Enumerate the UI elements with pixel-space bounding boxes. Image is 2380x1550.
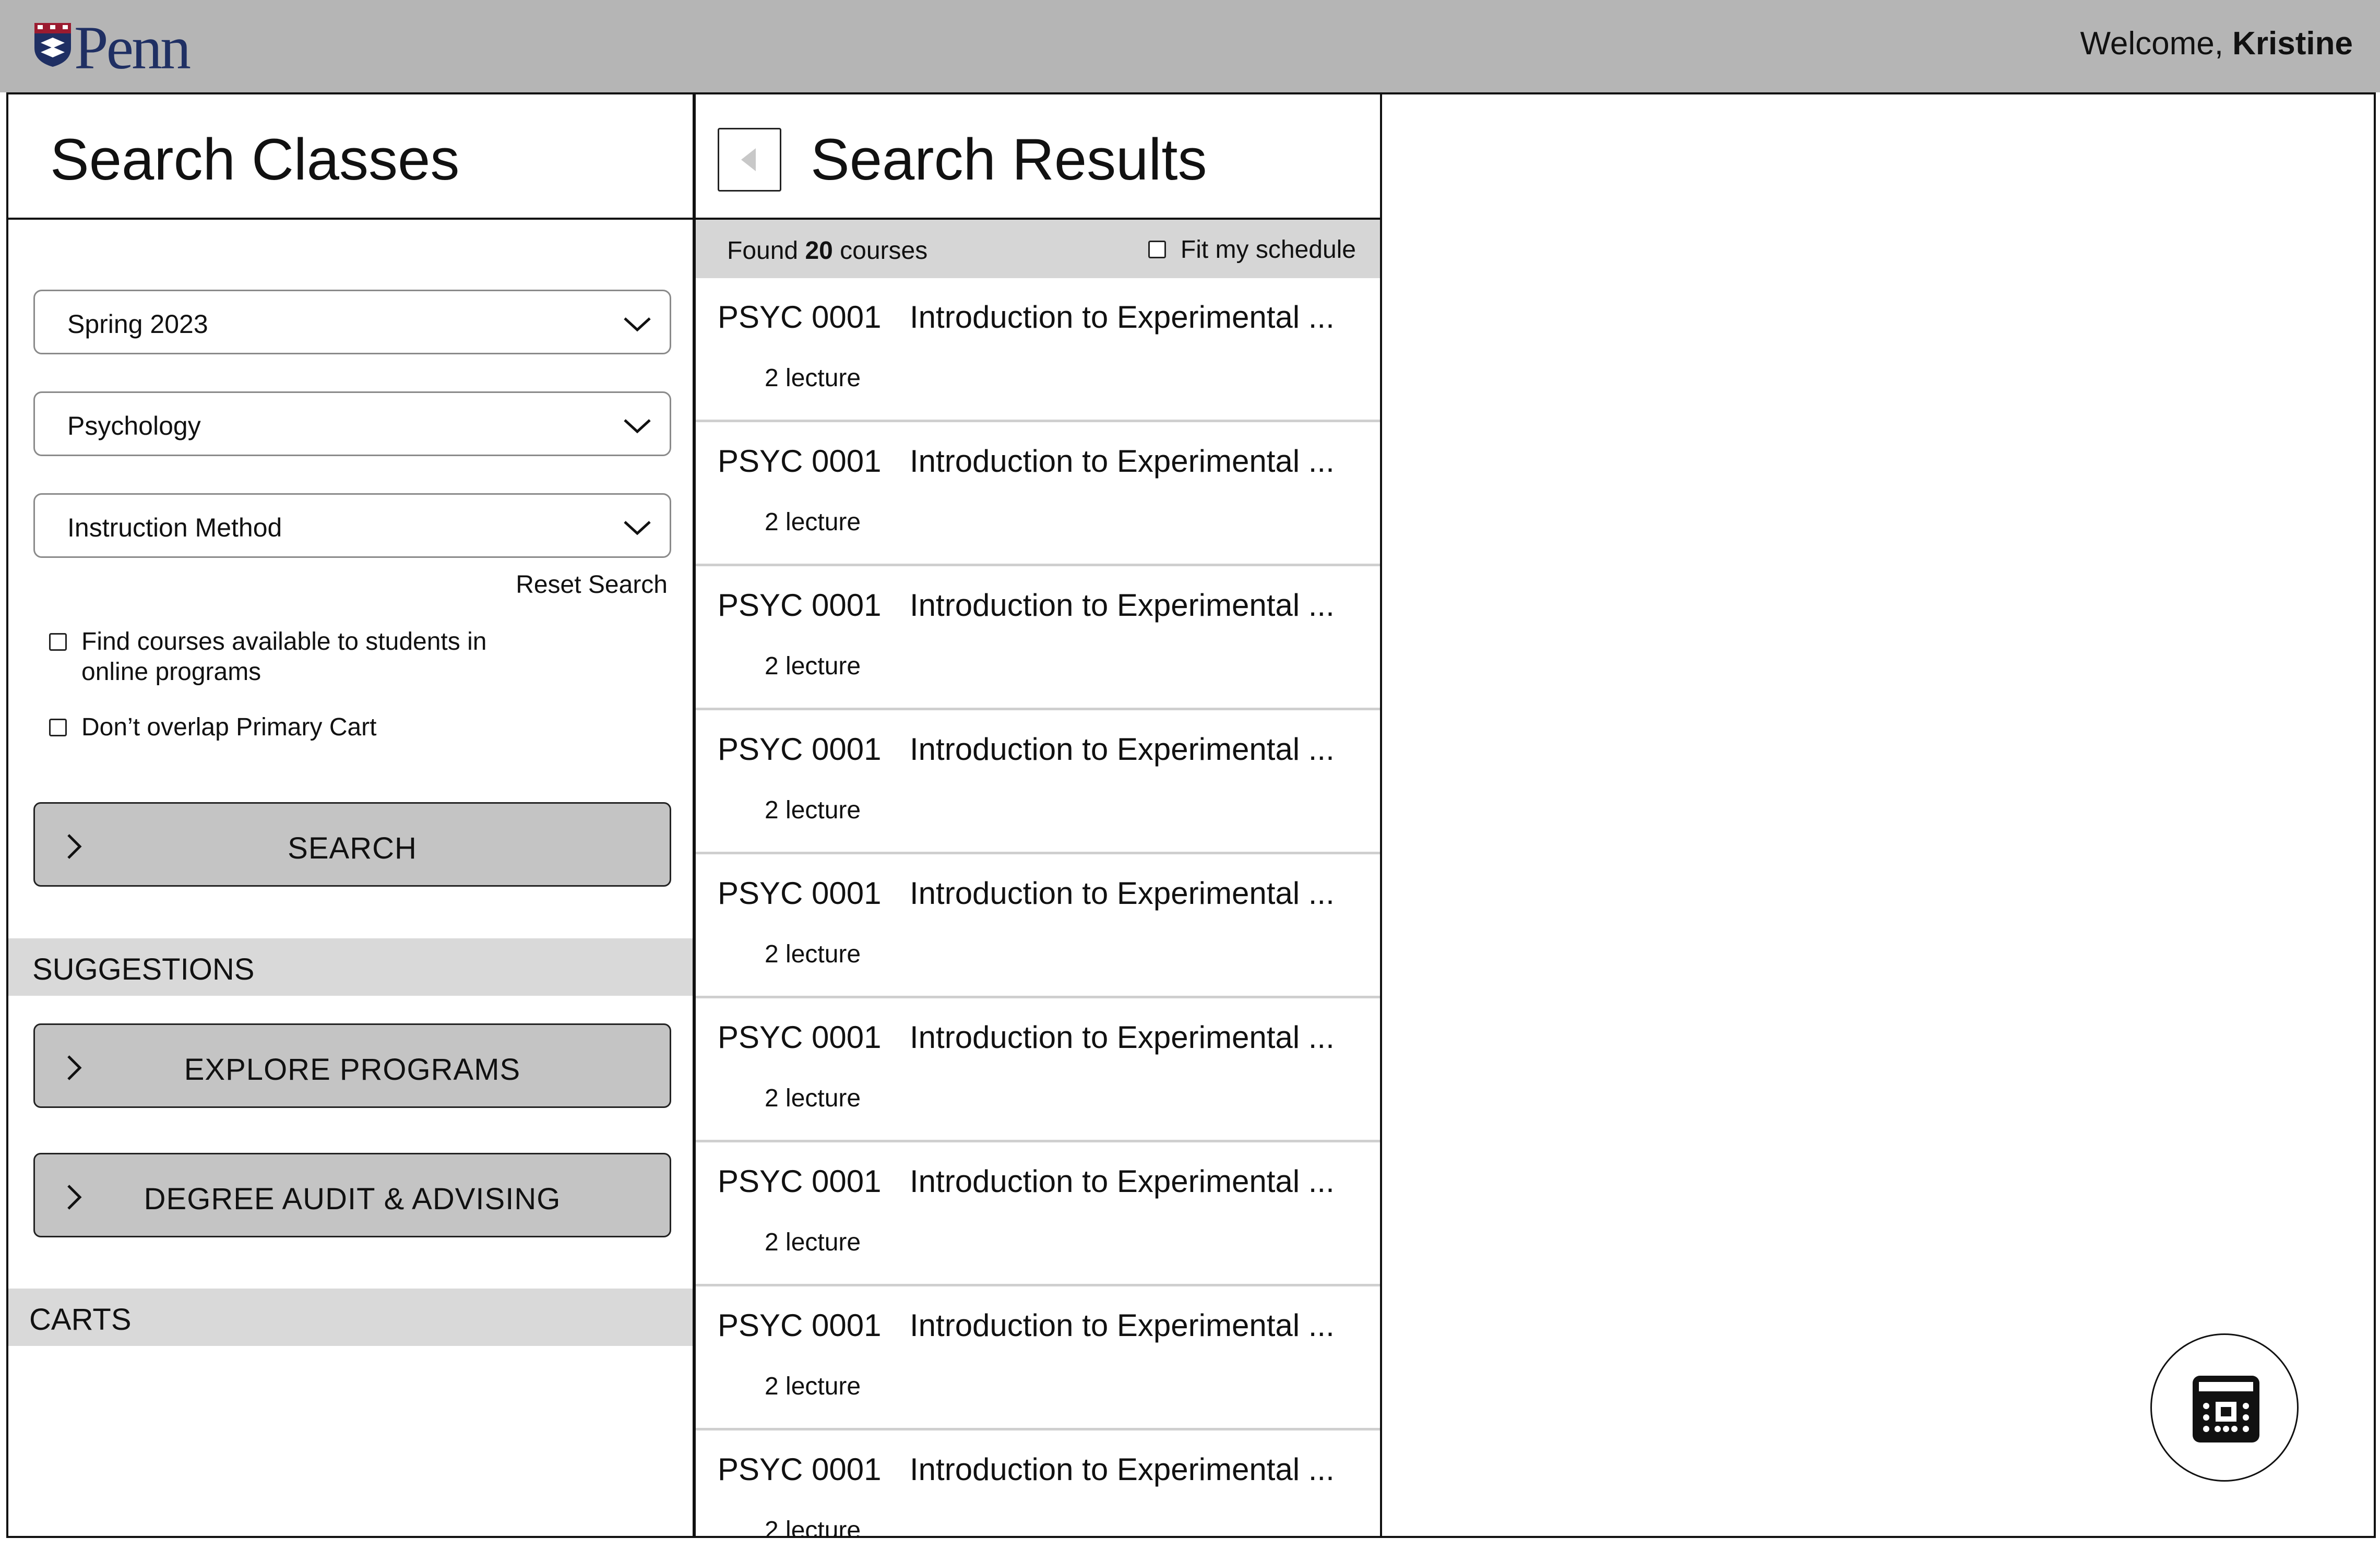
course-code: PSYC 0001 [718,300,882,335]
logo-text: Penn [74,14,191,82]
course-code: PSYC 0001 [718,1164,882,1199]
course-sections: 2 lecture [765,940,861,968]
course-title: Introduction to Experimental ... [910,1308,1335,1343]
back-button[interactable] [718,128,781,192]
course-title: Introduction to Experimental ... [910,1020,1335,1055]
carts-section: CARTS [8,1289,693,1346]
course-sections: 2 lecture [765,364,861,392]
course-sections: 2 lecture [765,508,861,536]
degree-audit-label: DEGREE AUDIT & ADVISING [144,1182,561,1216]
results-list[interactable]: PSYC 0001 Introduction to Experimental .… [696,278,1380,1536]
search-results-title-bar: Search Results [696,94,1380,220]
course-code: PSYC 0001 [718,876,882,911]
result-row[interactable]: PSYC 0001 Introduction to Experimental .… [696,422,1380,566]
results-count-prefix: Found [727,237,805,265]
search-results-title: Search Results [811,127,1207,192]
carts-header: CARTS [29,1303,132,1337]
term-select[interactable]: Spring 2023 [33,290,671,354]
course-sections: 2 lecture [765,1517,861,1536]
calculator-icon [2193,1376,2259,1442]
online-programs-label: Find courses available to students in on… [81,628,487,686]
search-results-panel: Search Results Found 20 courses Fit my s… [694,92,1382,1538]
chevron-down-icon [624,521,651,535]
degree-audit-button[interactable]: DEGREE AUDIT & ADVISING [33,1153,671,1237]
fit-schedule-checkbox[interactable] [1148,241,1166,258]
no-overlap-checkbox[interactable] [49,719,67,736]
results-count-suffix: courses [832,237,928,265]
calculator-button[interactable] [2150,1333,2299,1482]
course-sections: 2 lecture [765,1229,861,1256]
welcome-prefix: Welcome, [2080,26,2233,62]
result-row[interactable]: PSYC 0001 Introduction to Experimental .… [696,1430,1380,1536]
search-classes-panel: Search Classes Spring 2023 Psychology In… [6,92,694,1538]
no-overlap-label: Don’t overlap Primary Cart [81,713,377,741]
search-classes-title: Search Classes [50,127,460,192]
course-code: PSYC 0001 [718,1452,882,1487]
course-title: Introduction to Experimental ... [910,588,1335,623]
result-row[interactable]: PSYC 0001 Introduction to Experimental .… [696,566,1380,710]
search-classes-title-bar: Search Classes [8,94,693,220]
user-name: Kristine [2232,26,2353,62]
term-select-value: Spring 2023 [67,309,208,339]
course-title: Introduction to Experimental ... [910,300,1335,335]
result-row[interactable]: PSYC 0001 Introduction to Experimental .… [696,998,1380,1142]
result-row[interactable]: PSYC 0001 Introduction to Experimental .… [696,710,1380,854]
course-sections: 2 lecture [765,796,861,824]
fit-schedule-label: Fit my schedule [1180,236,1356,264]
course-code: PSYC 0001 [718,588,882,623]
chevron-down-icon [624,317,651,332]
explore-programs-button[interactable]: EXPLORE PROGRAMS [33,1023,671,1108]
fit-schedule-option[interactable]: Fit my schedule [1148,235,1356,264]
course-title: Introduction to Experimental ... [910,1452,1335,1487]
subject-select-value: Psychology [67,411,201,440]
result-row[interactable]: PSYC 0001 Introduction to Experimental .… [696,1286,1380,1430]
course-title: Introduction to Experimental ... [910,732,1335,767]
results-summary-bar: Found 20 courses Fit my schedule [696,220,1380,278]
course-title: Introduction to Experimental ... [910,1164,1335,1199]
suggestions-section: SUGGESTIONS [8,938,693,996]
online-programs-checkbox[interactable] [49,633,67,651]
course-code: PSYC 0001 [718,732,882,767]
search-button[interactable]: SEARCH [33,802,671,887]
course-sections: 2 lecture [765,1084,861,1112]
schedule-panel [1382,92,2376,1538]
course-code: PSYC 0001 [718,444,882,479]
top-header: Penn Welcome, Kristine [0,0,2380,92]
explore-programs-label: EXPLORE PROGRAMS [184,1053,521,1087]
course-sections: 2 lecture [765,652,861,680]
course-title: Introduction to Experimental ... [910,444,1335,479]
course-title: Introduction to Experimental ... [910,876,1335,911]
course-code: PSYC 0001 [718,1308,882,1343]
chevron-down-icon [624,419,651,434]
result-row[interactable]: PSYC 0001 Introduction to Experimental .… [696,1142,1380,1286]
penn-shield-icon [34,23,71,67]
result-row[interactable]: PSYC 0001 Introduction to Experimental .… [696,278,1380,422]
course-code: PSYC 0001 [718,1020,882,1055]
instruction-method-select-value: Instruction Method [67,513,282,542]
results-count: Found 20 courses [727,236,927,265]
reset-search-link[interactable]: Reset Search [516,570,668,599]
back-arrow-icon [741,148,756,171]
course-sections: 2 lecture [765,1373,861,1400]
welcome-message: Welcome, Kristine [2080,25,2353,62]
search-button-label: SEARCH [288,831,417,865]
results-count-number: 20 [805,237,833,265]
suggestions-header: SUGGESTIONS [32,952,255,986]
result-row[interactable]: PSYC 0001 Introduction to Experimental .… [696,854,1380,998]
instruction-method-select[interactable]: Instruction Method [33,493,671,558]
subject-select[interactable]: Psychology [33,391,671,456]
